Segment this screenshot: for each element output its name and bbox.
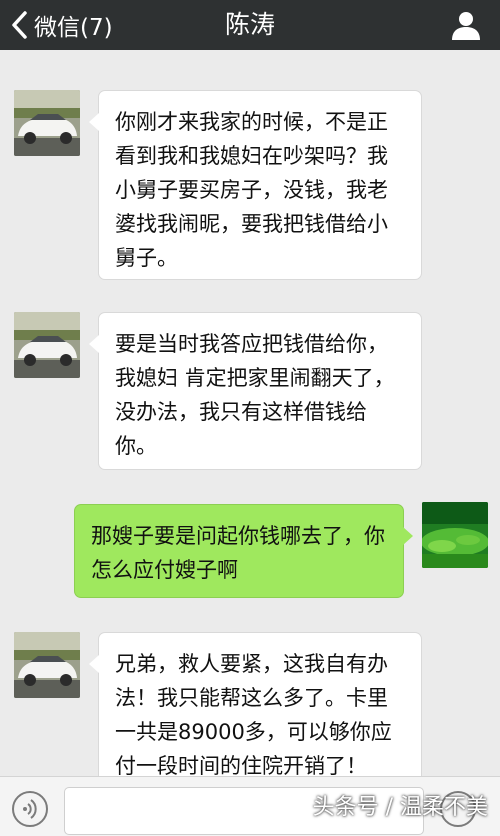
message-bubble-received[interactable]: 你刚才来我家的时候，不是正看到我和我媳妇在吵架吗？我小舅子要买房子，没钱，我老婆…	[89, 90, 422, 280]
car-photo-icon	[14, 90, 80, 156]
my-avatar[interactable]	[422, 502, 488, 568]
title-bar: 微信(7) 陈涛	[0, 0, 500, 50]
contact-avatar[interactable]	[14, 312, 80, 378]
bubble-tail	[89, 655, 99, 673]
message-bubble-received[interactable]: 兄弟，救人要紧，这我自有办法！我只能帮这么多了。卡里一共是89000多，可以够你…	[89, 632, 422, 776]
car-photo-icon	[14, 312, 80, 378]
car-photo-icon	[14, 632, 80, 698]
voice-input-button[interactable]	[12, 791, 48, 827]
contact-info-button[interactable]	[450, 9, 482, 41]
chat-title: 陈涛	[224, 10, 275, 39]
bubble-tail	[89, 335, 99, 353]
input-bar: 头条号 / 温柔不美	[0, 776, 500, 836]
message-bubble-sent[interactable]: 那嫂子要是问起你钱哪去了，你怎么应付嫂子啊	[74, 504, 413, 598]
message-text: 你刚才来我家的时候，不是正看到我和我媳妇在吵架吗？我小舅子要买房子，没钱，我老婆…	[115, 110, 388, 270]
message-text: 要是当时我答应把钱借给你，我媳妇 肯定把家里闹翻天了，没办法，我只有这样借钱给你…	[115, 332, 395, 458]
message-text: 那嫂子要是问起你钱哪去了，你怎么应付嫂子啊	[91, 524, 385, 582]
message-list[interactable]: 你刚才来我家的时候，不是正看到我和我媳妇在吵架吗？我小舅子要买房子，没钱，我老婆…	[0, 50, 500, 776]
bubble-tail	[89, 113, 99, 131]
contact-avatar[interactable]	[14, 90, 80, 156]
message-text: 兄弟，救人要紧，这我自有办法！我只能帮这么多了。卡里一共是89000多，可以够你…	[115, 652, 392, 776]
grass-photo-icon	[422, 502, 488, 568]
voice-icon	[23, 799, 37, 819]
contact-avatar[interactable]	[14, 632, 80, 698]
bubble-tail	[403, 527, 413, 545]
watermark: 头条号 / 温柔不美	[312, 795, 488, 820]
message-bubble-received[interactable]: 要是当时我答应把钱借给你，我媳妇 肯定把家里闹翻天了，没办法，我只有这样借钱给你…	[89, 312, 422, 470]
person-icon	[452, 12, 480, 40]
